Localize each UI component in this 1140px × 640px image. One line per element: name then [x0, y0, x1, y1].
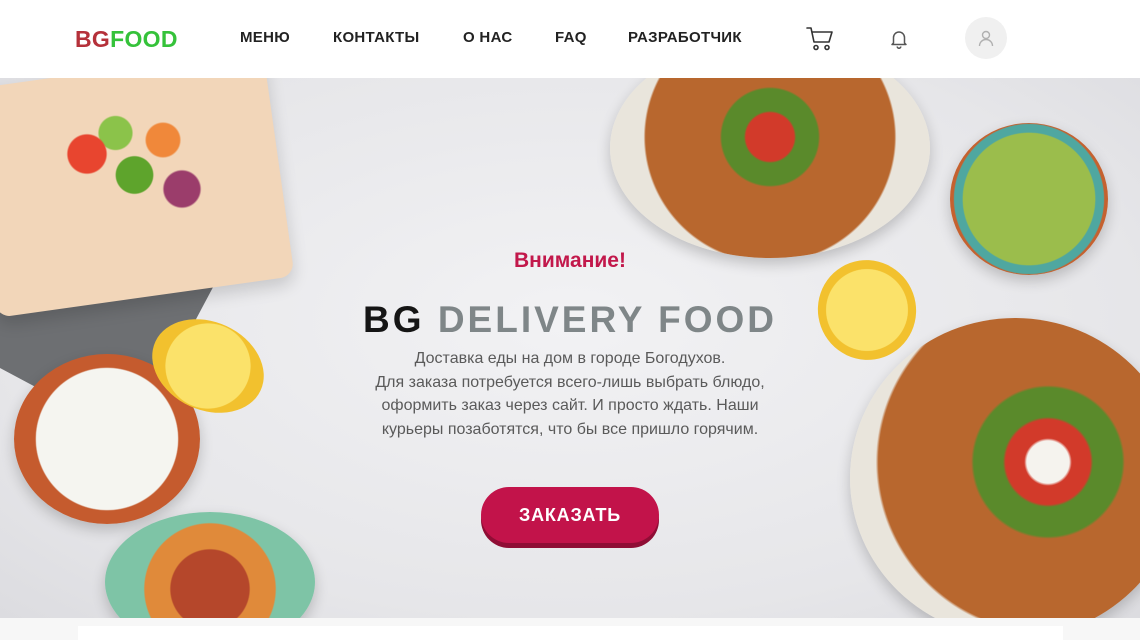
- hero-title-part1: BG: [363, 299, 425, 340]
- hero-description-line: Доставка еды на дом в городе Богодухов.: [414, 350, 726, 367]
- bell-icon[interactable]: [890, 29, 908, 50]
- hero-title-part2: DELIVERY FOOD: [437, 299, 777, 340]
- nav-item-menu[interactable]: МЕНЮ: [240, 29, 290, 46]
- cart-icon[interactable]: [806, 26, 834, 52]
- order-button[interactable]: ЗАКАЗАТЬ: [481, 487, 659, 543]
- logo-part2: FOOD: [110, 26, 178, 52]
- user-avatar[interactable]: [965, 17, 1007, 59]
- hero-description: Доставка еды на дом в городе Богодухов. …: [330, 347, 810, 441]
- nav-item-contacts[interactable]: КОНТАКТЫ: [333, 29, 419, 46]
- hero-content: Внимание! BG DELIVERY FOOD Доставка еды …: [0, 78, 1140, 618]
- attention-label: Внимание!: [514, 249, 626, 272]
- logo[interactable]: BGFOOD: [75, 26, 178, 53]
- nav-item-faq[interactable]: FAQ: [555, 29, 587, 46]
- hero-description-line: Для заказа потребуется всего-лишь выбрат…: [375, 373, 765, 391]
- nav-item-about[interactable]: О НАС: [463, 29, 512, 46]
- hero-section: Внимание! BG DELIVERY FOOD Доставка еды …: [0, 78, 1140, 618]
- next-section-card: [78, 626, 1063, 640]
- user-icon: [978, 30, 994, 47]
- hero-description-line: курьеры позаботятся, что бы все пришло г…: [381, 420, 759, 438]
- header: BGFOOD МЕНЮ КОНТАКТЫ О НАС FAQ РАЗРАБОТЧ…: [0, 0, 1140, 78]
- nav-item-developer[interactable]: РАЗРАБОТЧИК: [628, 29, 742, 46]
- hero-title: BG DELIVERY FOOD: [0, 299, 1140, 341]
- hero-description-line: оформить заказ через сайт. И просто ждат…: [381, 397, 759, 414]
- logo-part1: BG: [75, 26, 111, 52]
